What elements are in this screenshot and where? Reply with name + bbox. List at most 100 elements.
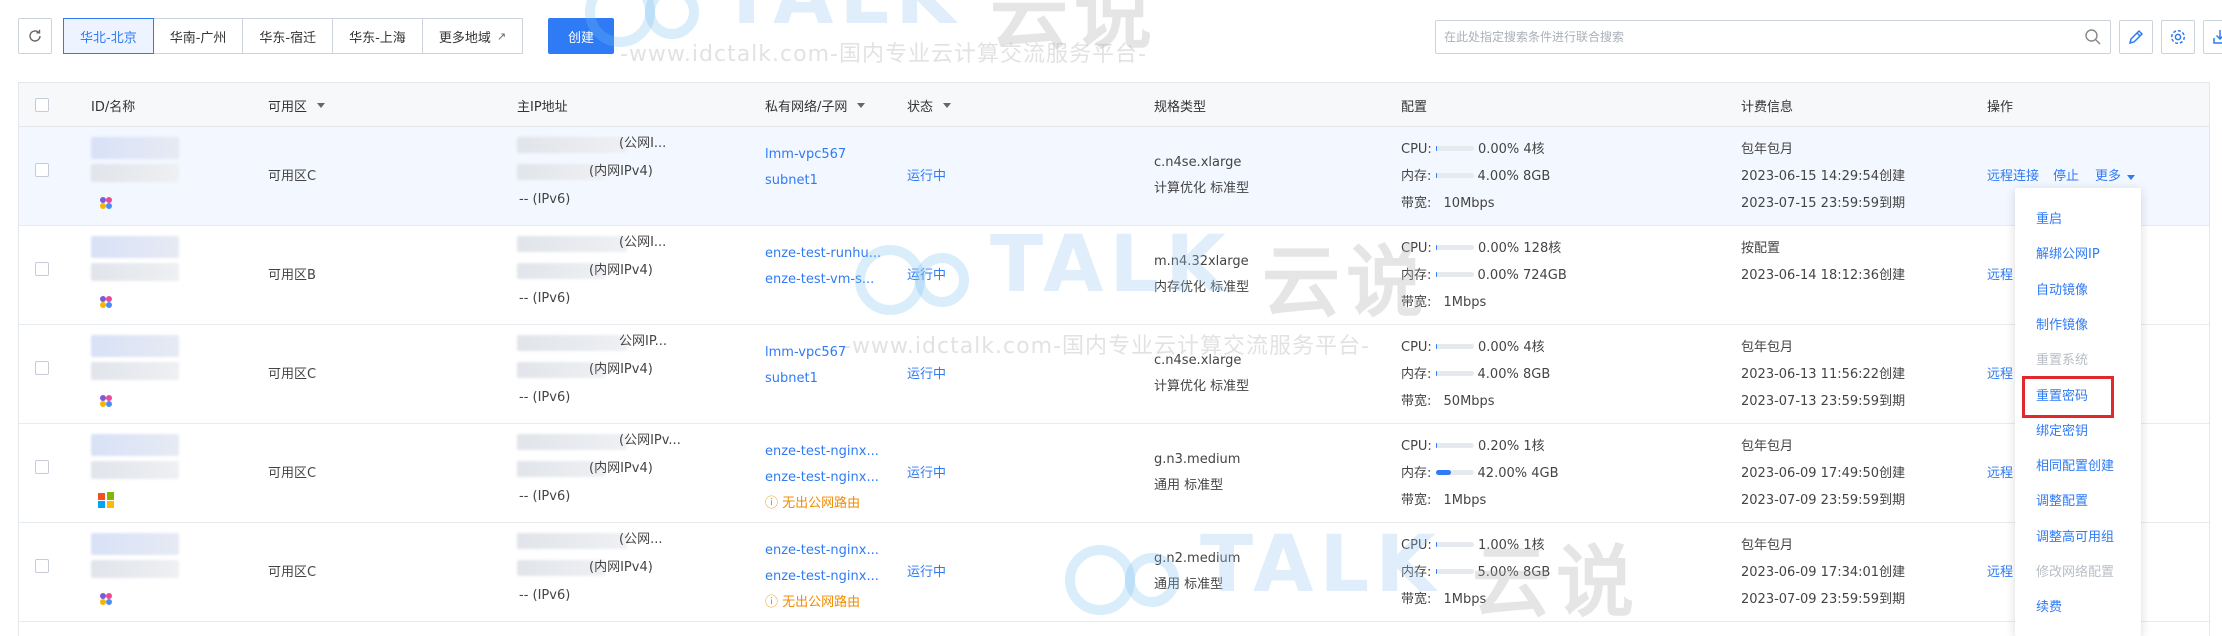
subnet-link[interactable]: enze-test-nginx... bbox=[765, 563, 879, 591]
vpc-link[interactable]: lmm-vpc567 bbox=[765, 339, 846, 367]
remote-connect-link[interactable]: 远程 bbox=[1987, 361, 2013, 389]
create-button[interactable]: 创建 bbox=[548, 18, 614, 54]
spec-name: g.n3.medium bbox=[1154, 452, 1241, 467]
row-checkbox[interactable] bbox=[35, 262, 49, 276]
instance-name-redacted bbox=[91, 164, 179, 182]
usage-bar-fill bbox=[1435, 173, 1438, 178]
table-row[interactable]: 可用区B (公网I... (内网IPv4) -- (IPv6) enze-test-ru… bbox=[19, 226, 2209, 325]
export-button[interactable] bbox=[2203, 20, 2222, 54]
table-row[interactable]: 可用区C (公网I... (内网IPv4) -- (IPv6) lmm-vpc567 su… bbox=[19, 127, 2209, 226]
table-row[interactable]: 可用区C 公网IP... (内网IPv4) -- (IPv6) lmm-vpc567 su… bbox=[19, 325, 2209, 424]
settings-button[interactable] bbox=[2161, 20, 2195, 54]
zone-value: 可用区B bbox=[268, 268, 316, 283]
mem-percent: 5.00% bbox=[1477, 565, 1519, 580]
header-actions: 操作 bbox=[1987, 99, 2014, 115]
instance-id-redacted[interactable] bbox=[91, 533, 179, 555]
spec-type: 内存优化 标准型 bbox=[1154, 280, 1250, 295]
menu-item-1[interactable]: 解绑公网IP bbox=[2036, 246, 2100, 264]
subnet-link[interactable]: enze-test-vm-s... bbox=[765, 266, 874, 294]
ip-v6-label: -- (IPv6) bbox=[519, 390, 571, 405]
header-status[interactable]: 状态 bbox=[907, 83, 952, 127]
menu-item-9[interactable]: 调整高可用组 bbox=[2036, 529, 2114, 547]
instance-id-redacted[interactable] bbox=[91, 434, 179, 456]
linux-icon bbox=[100, 197, 112, 209]
remote-connect-link[interactable]: 远程 bbox=[1987, 460, 2013, 488]
remote-connect-link[interactable]: 远程 bbox=[1987, 559, 2013, 587]
subnet-link[interactable]: subnet1 bbox=[765, 365, 818, 393]
usage-bar-fill bbox=[1435, 245, 1438, 250]
region-tab-guangzhou[interactable]: 华南-广州 bbox=[153, 18, 244, 54]
spec-type: 计算优化 标准型 bbox=[1154, 181, 1250, 196]
ip-v6-label: -- (IPv6) bbox=[519, 489, 571, 504]
row-checkbox[interactable] bbox=[35, 460, 49, 474]
usage-bar bbox=[1435, 443, 1474, 448]
region-tab-suqian[interactable]: 华东-宿迁 bbox=[243, 18, 334, 54]
more-actions-link[interactable]: 更多 bbox=[2095, 163, 2136, 191]
cpu-cores: 4核 bbox=[1523, 142, 1545, 157]
select-all-checkbox[interactable] bbox=[35, 98, 49, 112]
menu-item-8[interactable]: 调整配置 bbox=[2036, 493, 2088, 511]
ip-redacted bbox=[517, 236, 627, 252]
mem-size: 8GB bbox=[1522, 169, 1551, 184]
table-row[interactable]: 可用区C (公网... (内网IPv4) -- (IPv6) enze-test-ngi… bbox=[19, 523, 2209, 622]
row-checkbox[interactable] bbox=[35, 361, 49, 375]
subnet-link[interactable]: enze-test-nginx... bbox=[765, 464, 879, 492]
linux-icon bbox=[100, 296, 112, 308]
cpu-cores: 4核 bbox=[1523, 340, 1545, 355]
no-public-route-text: 无出公网路由 bbox=[782, 496, 861, 511]
bandwidth-value: 1Mbps bbox=[1443, 592, 1487, 607]
bandwidth: 带宽: 50Mbps bbox=[1401, 388, 1495, 416]
search-icon[interactable] bbox=[2084, 28, 2102, 46]
cpu-percent: 0.00% bbox=[1477, 142, 1520, 157]
region-tab-beijing[interactable]: 华北-北京 bbox=[63, 18, 154, 54]
instance-id-redacted[interactable] bbox=[91, 335, 179, 357]
menu-item-7[interactable]: 相同配置创建 bbox=[2036, 458, 2114, 476]
vpc-link[interactable]: enze-test-nginx... bbox=[765, 438, 879, 466]
menu-item-2[interactable]: 自动镜像 bbox=[2036, 282, 2088, 300]
remote-connect-link[interactable]: 远程 bbox=[1987, 262, 2013, 290]
instance-id-redacted[interactable] bbox=[91, 137, 179, 159]
header-zone-label: 可用区 bbox=[268, 99, 308, 115]
stop-link[interactable]: 停止 bbox=[2053, 163, 2079, 191]
header-zone[interactable]: 可用区 bbox=[268, 83, 326, 127]
remote-connect-link[interactable]: 远程连接 bbox=[1987, 163, 2039, 191]
refresh-button[interactable] bbox=[18, 18, 52, 54]
no-public-route-text: 无出公网路由 bbox=[782, 595, 861, 610]
cpu-usage: CPU: 1.00% 1核 bbox=[1401, 532, 1545, 560]
bandwidth-value: 1Mbps bbox=[1443, 493, 1487, 508]
instance-id-redacted[interactable] bbox=[91, 236, 179, 258]
usage-bar-fill bbox=[1435, 470, 1452, 475]
usage-bar-fill bbox=[1435, 146, 1438, 151]
edit-tags-button[interactable] bbox=[2119, 20, 2153, 54]
table-row[interactable]: 可用区C (公网IPv... (内网IPv4) -- (IPv6) enze-test-… bbox=[19, 424, 2209, 523]
cpu-percent: 0.00% bbox=[1477, 241, 1520, 256]
expire-time: 2023-07-09 23:59:59到期 bbox=[1741, 592, 1906, 607]
status-badge: 运行中 bbox=[907, 466, 947, 481]
vpc-link[interactable]: lmm-vpc567 bbox=[765, 141, 846, 169]
header-ip: 主IP地址 bbox=[517, 99, 568, 115]
region-tab-label: 华东-上海 bbox=[349, 30, 406, 46]
subnet-link[interactable]: subnet1 bbox=[765, 167, 818, 195]
row-checkbox[interactable] bbox=[35, 163, 49, 177]
header-vpc[interactable]: 私有网络/子网 bbox=[765, 83, 866, 127]
spec-type: 通用 标准型 bbox=[1154, 577, 1224, 592]
row-checkbox[interactable] bbox=[35, 559, 49, 573]
vpc-link[interactable]: enze-test-runhu... bbox=[765, 240, 881, 268]
menu-item-11[interactable]: 续费 bbox=[2036, 599, 2062, 617]
bandwidth-value: 1Mbps bbox=[1443, 295, 1487, 310]
cpu-usage: CPU: 0.00% 4核 bbox=[1401, 136, 1545, 164]
toolbar: 华北-北京 华南-广州 华东-宿迁 华东-上海 更多地域 ↗ 创建 bbox=[18, 18, 2222, 54]
cpu-label: CPU: bbox=[1401, 142, 1432, 157]
cpu-label: CPU: bbox=[1401, 241, 1432, 256]
region-tab-shanghai[interactable]: 华东-上海 bbox=[333, 18, 423, 54]
region-tab-more[interactable]: 更多地域 ↗ bbox=[422, 18, 524, 54]
menu-item-3[interactable]: 制作镜像 bbox=[2036, 317, 2088, 335]
search-input[interactable] bbox=[1436, 21, 2056, 53]
ip-public-label: 公网IP... bbox=[619, 334, 668, 349]
row-checkbox-cell bbox=[35, 559, 49, 573]
vpc-link[interactable]: enze-test-nginx... bbox=[765, 537, 879, 565]
menu-item-6[interactable]: 绑定密钥 bbox=[2036, 423, 2088, 441]
menu-item-0[interactable]: 重启 bbox=[2036, 211, 2062, 229]
bandwidth: 带宽: 1Mbps bbox=[1401, 289, 1486, 317]
bandwidth-label: 带宽: bbox=[1401, 592, 1432, 607]
